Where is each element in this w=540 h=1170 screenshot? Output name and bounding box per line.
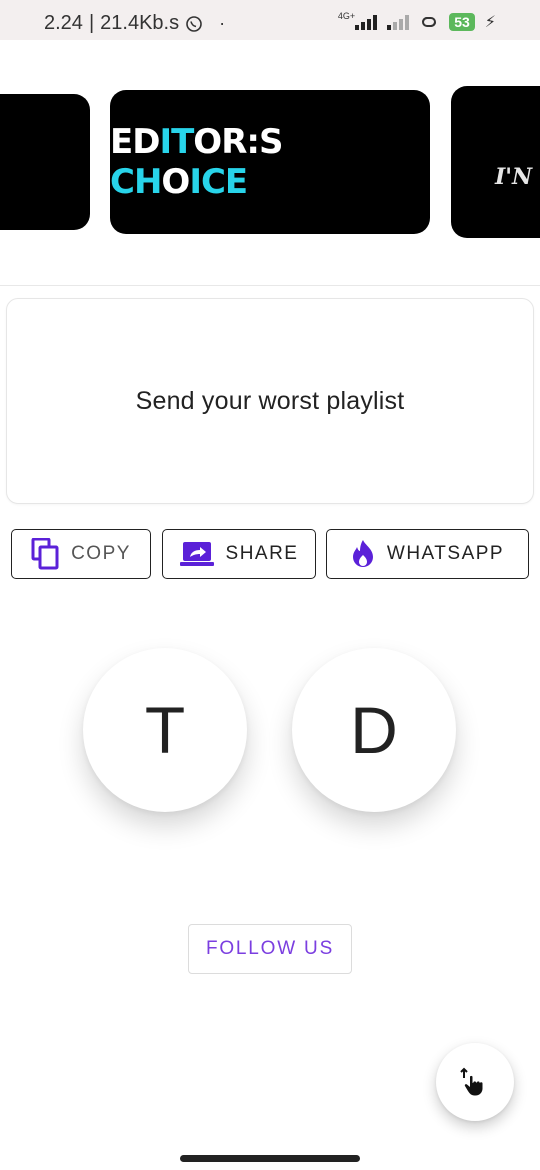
copy-button[interactable]: COPY xyxy=(11,529,151,579)
follow-us-button[interactable]: FOLLOW US xyxy=(188,924,352,974)
follow-us-label: FOLLOW US xyxy=(205,938,335,959)
status-dot: · xyxy=(219,13,226,33)
message-card: Send your worst playlist xyxy=(6,298,534,504)
avatar-t[interactable]: T xyxy=(83,648,247,812)
status-separator: | xyxy=(88,12,95,34)
banner-title: EDITOR:S CHOICE xyxy=(110,122,283,202)
carousel-right-text: I'N xyxy=(495,164,533,190)
copy-icon xyxy=(31,538,59,570)
signal-icon-1 xyxy=(355,14,378,30)
avatar-d[interactable]: D xyxy=(292,648,456,812)
banner-carousel[interactable]: EDITOR:S CHOICE I'N xyxy=(0,40,540,286)
whatsapp-button[interactable]: WHATSAPP xyxy=(326,529,529,579)
signal-icon-2 xyxy=(387,14,410,30)
carousel-tile-left[interactable] xyxy=(0,94,90,230)
status-time: 2.24 xyxy=(44,12,83,34)
whatsapp-status-icon xyxy=(185,15,203,33)
whatsapp-label: WHATSAPP xyxy=(386,543,505,564)
carousel-tile-editors-choice[interactable]: EDITOR:S CHOICE xyxy=(110,90,430,234)
battery-icon: 53 xyxy=(449,13,475,31)
carousel-tile-right[interactable]: I'N xyxy=(451,86,540,238)
flame-icon xyxy=(351,539,375,569)
share-icon xyxy=(179,541,214,567)
avatar-initial: T xyxy=(144,693,186,767)
share-button[interactable]: SHARE xyxy=(162,529,316,579)
home-indicator[interactable] xyxy=(180,1155,360,1162)
charging-icon: ⚡ xyxy=(484,14,496,31)
swipe-fab-button[interactable] xyxy=(436,1043,514,1121)
network-type: 4G+ xyxy=(337,11,356,21)
message-text: Send your worst playlist xyxy=(135,386,405,415)
link-icon xyxy=(419,13,439,31)
status-left: 2.24 | 21.4Kb.s · xyxy=(44,12,225,35)
status-right: 4G+ 53 ⚡ xyxy=(337,11,496,32)
swipe-hand-icon xyxy=(458,1065,492,1099)
share-label: SHARE xyxy=(225,543,299,564)
avatar-initial: D xyxy=(350,693,398,767)
status-speed: 21.4Kb.s xyxy=(100,12,180,34)
copy-label: COPY xyxy=(71,543,131,564)
